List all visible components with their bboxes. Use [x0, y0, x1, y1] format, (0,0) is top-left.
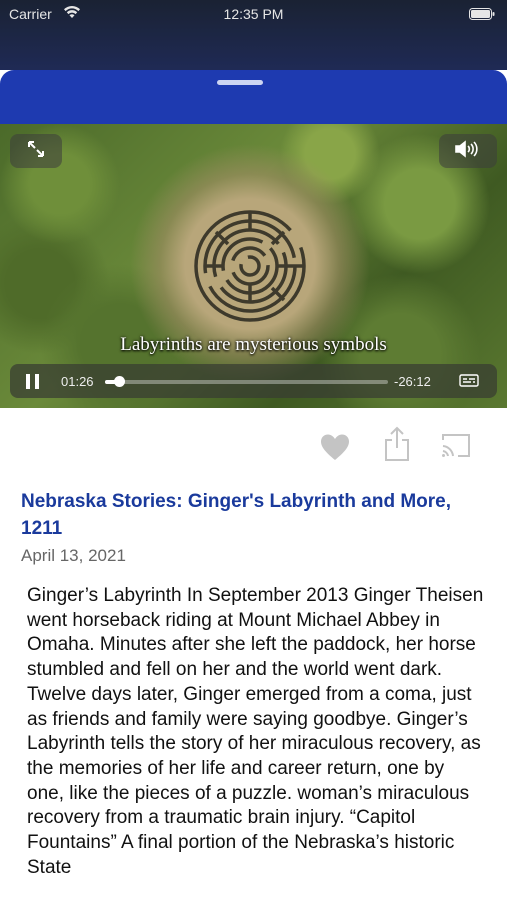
pause-button[interactable]	[26, 374, 40, 389]
expand-arrows-icon	[25, 138, 47, 165]
video-player[interactable]: Labyrinths are mysterious symbols 01:26 …	[0, 124, 507, 408]
clock: 12:35 PM	[223, 6, 284, 22]
progress-scrubber[interactable]	[105, 376, 388, 387]
battery-icon	[469, 7, 495, 25]
playback-controls: 01:26 -26:12	[10, 364, 497, 398]
captions-icon[interactable]	[459, 373, 479, 394]
episode-actions	[0, 426, 507, 470]
episode-title: Nebraska Stories: Ginger's Labyrinth and…	[21, 491, 452, 539]
heart-icon[interactable]	[320, 433, 350, 466]
fullscreen-button[interactable]	[10, 134, 62, 168]
video-subtitle: Labyrinths are mysterious symbols	[120, 334, 387, 355]
elapsed-time: 01:26	[61, 374, 94, 389]
pause-icon	[26, 374, 39, 389]
volume-button[interactable]	[439, 134, 497, 168]
episode-description: Ginger’s Labyrinth In September 2013 Gin…	[27, 585, 484, 878]
episode-date: April 13, 2021	[21, 546, 126, 565]
share-icon[interactable]	[383, 426, 411, 467]
status-bar: Carrier 12:35 PM	[0, 0, 507, 70]
sheet-header	[0, 70, 507, 130]
scrubber-knob[interactable]	[114, 376, 126, 387]
cast-icon[interactable]	[441, 432, 471, 463]
sheet-drag-handle[interactable]	[217, 80, 263, 85]
labyrinth-image	[194, 210, 306, 322]
speaker-volume-icon	[454, 139, 482, 163]
remaining-time: -26:12	[394, 374, 431, 389]
